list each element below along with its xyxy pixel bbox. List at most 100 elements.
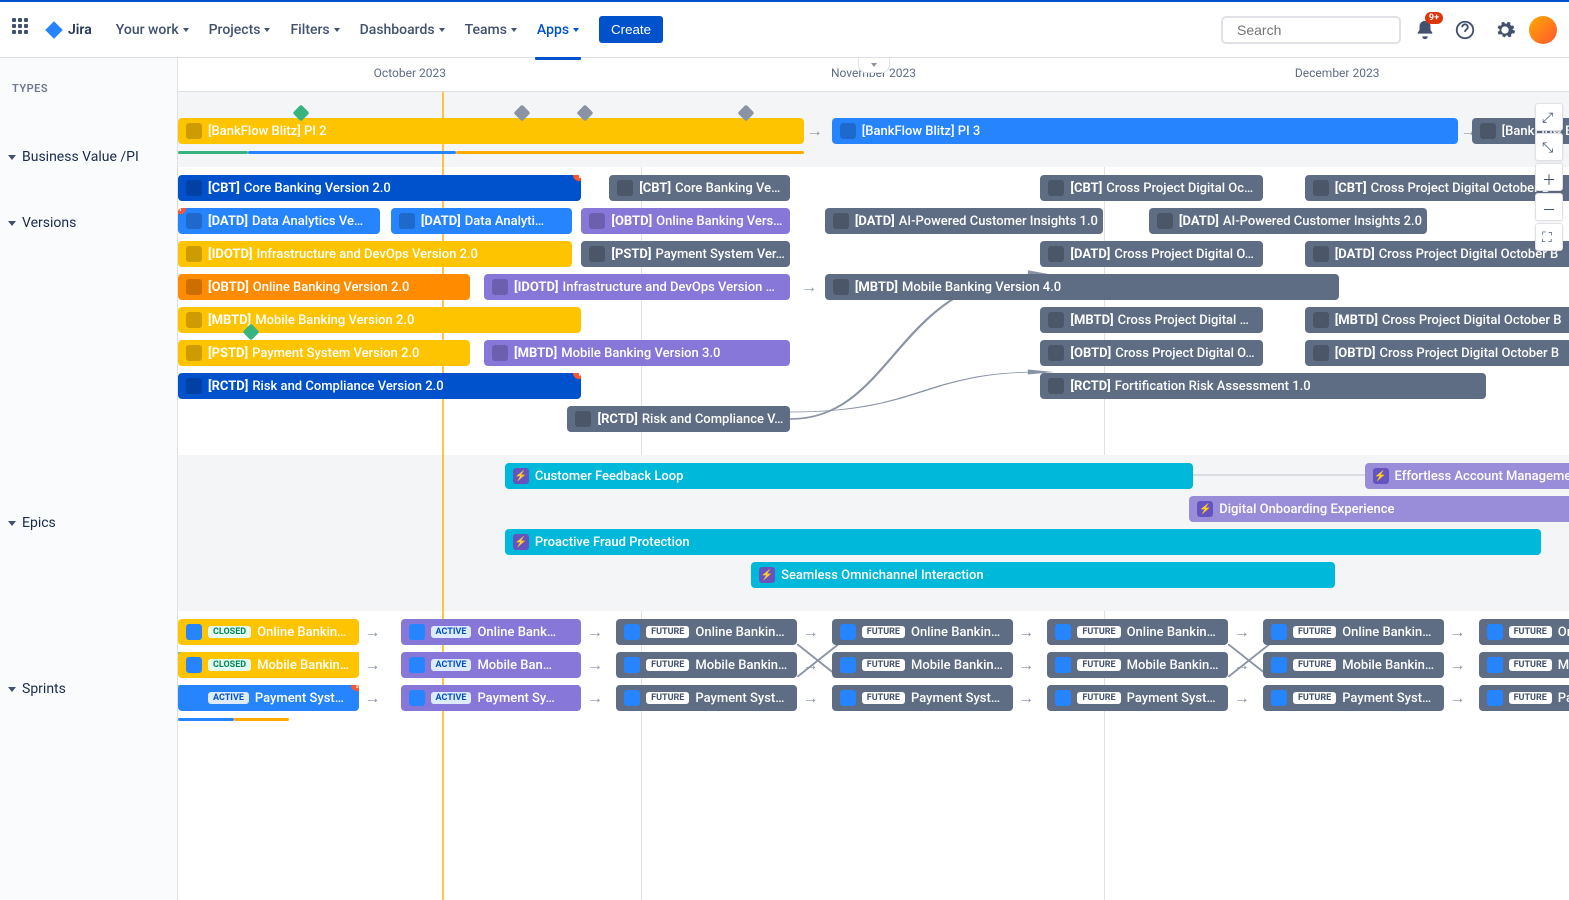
timeline-bar[interactable]: FUTUREOnline Bankin…: [1047, 619, 1228, 645]
profile-avatar[interactable]: [1529, 16, 1557, 44]
bar-label: Online Bankin…: [257, 625, 346, 640]
nav-item-projects[interactable]: Projects: [201, 14, 279, 46]
nav-item-teams[interactable]: Teams: [457, 14, 525, 46]
timeline-bar[interactable]: ⚡Seamless Omnichannel Interaction: [751, 562, 1335, 588]
sprint-status-badge: FUTURE: [646, 626, 689, 638]
nav-item-apps[interactable]: Apps: [529, 14, 587, 46]
app-switcher-icon[interactable]: [12, 18, 36, 42]
timeline-bar[interactable]: [DATD]Cross Project Digital October B: [1305, 241, 1569, 267]
timeline-bar[interactable]: ACTIVEMobile Ban…: [401, 652, 582, 678]
timeline-bar[interactable]: FUTUREMobile Bankin…: [1263, 652, 1444, 678]
sidebar-group-versions[interactable]: Versions: [0, 209, 84, 237]
timeline-bar[interactable]: [OBTD]Cross Project Digital O…: [1040, 340, 1263, 366]
timeline-bar[interactable]: [IDOTD]Infrastructure and DevOps Version…: [178, 241, 572, 267]
timeline-bar[interactable]: [MBTD]Mobile Banking Version 2.0: [178, 307, 581, 333]
timeline-bar[interactable]: [MBTD]Mobile Banking Version 3.0: [484, 340, 790, 366]
bar-label: Cross Project Digital October B: [1380, 346, 1560, 361]
timeline-bar[interactable]: [OBTD] Cross Project Digital October B: [1305, 340, 1569, 366]
create-button[interactable]: Create: [599, 16, 663, 43]
timeline-bar[interactable]: FUTUREPayment Syst…: [1047, 685, 1228, 711]
nav-item-dashboards[interactable]: Dashboards: [352, 14, 453, 46]
timeline-bar[interactable]: [DATD]Data Analytics Ve…1: [178, 208, 380, 234]
timeline-bar[interactable]: [OBTD]Online Banking Vers…: [581, 208, 790, 234]
timeline-bar[interactable]: [PSTD]Payment System Ver…: [581, 241, 790, 267]
timeline-bar[interactable]: FUTUREOnline Bankin…: [1479, 619, 1569, 645]
version-icon: [186, 345, 202, 361]
timeline-bar[interactable]: FUTUREPayment Syst…: [616, 685, 797, 711]
timeline-bar[interactable]: [OBTD]Online Banking Version 2.0: [178, 274, 470, 300]
bar-label: Mobile Banking Version 3.0: [561, 346, 720, 361]
timeline-bar[interactable]: ACTIVEOnline Bank…: [401, 619, 582, 645]
timeline-bar[interactable]: ⚡Effortless Account Management: [1365, 463, 1569, 489]
help-button[interactable]: [1449, 14, 1481, 46]
timeline-bar[interactable]: FUTUREOnline Bankin…: [1263, 619, 1444, 645]
primary-nav: Your workProjectsFiltersDashboardsTeamsA…: [108, 14, 587, 46]
search-box[interactable]: [1221, 16, 1401, 44]
search-input[interactable]: [1237, 22, 1418, 38]
timeline-bar[interactable]: [PSTD]Payment System Version 2.0: [178, 340, 470, 366]
timeline-bar[interactable]: ACTIVEPayment Syst…1: [178, 685, 359, 711]
zoom-out-button[interactable]: －: [1535, 193, 1563, 221]
timeline-bar[interactable]: [DATD]Cross Project Digital O…: [1040, 241, 1263, 267]
timeline-bar[interactable]: [DATD]AI-Powered Customer Insights 1.0: [825, 208, 1103, 234]
timeline-bar[interactable]: [MBTD]Cross Project Digital October B: [1305, 307, 1569, 333]
version-icon: [575, 411, 591, 427]
timeline-bar[interactable]: [CBT]Cross Project Digital October B: [1305, 175, 1569, 201]
timeline-bar[interactable]: [BankFlow Blitz] PI 3: [832, 118, 1458, 144]
timeline-bar[interactable]: [IDOTD]Infrastructure and DevOps Version…: [484, 274, 790, 300]
timeline-bar[interactable]: [MBTD]Cross Project Digital …: [1040, 307, 1263, 333]
collapse-button[interactable]: ⤡: [1535, 133, 1563, 161]
timeline-bar[interactable]: [RCTD]Risk and Compliance V…: [567, 406, 790, 432]
timeline-bar[interactable]: ⚡Proactive Fraud Protection: [505, 529, 1541, 555]
bar-label: Online Bankin…: [1127, 625, 1216, 640]
sprint-icon: [1271, 690, 1287, 706]
timeline-bar[interactable]: [CBT]Cross Project Digital Oc…: [1040, 175, 1263, 201]
sprint-icon: [1055, 657, 1071, 673]
fullscreen-button[interactable]: ⛶: [1535, 223, 1563, 251]
timeline-bar[interactable]: ⚡Customer Feedback Loop: [505, 463, 1194, 489]
version-icon: [492, 345, 508, 361]
timeline-bar[interactable]: ACTIVEPayment Sy…: [401, 685, 582, 711]
timeline-bar[interactable]: FUTUREMobile Bankin…: [616, 652, 797, 678]
timeline-bar[interactable]: CLOSEDOnline Bankin…: [178, 619, 359, 645]
timeline-bar[interactable]: [RCTD]Risk and Compliance Version 2.01: [178, 373, 581, 399]
zoom-in-button[interactable]: ＋: [1535, 163, 1563, 191]
nav-item-your-work[interactable]: Your work: [108, 14, 197, 46]
settings-button[interactable]: [1489, 14, 1521, 46]
timeline-bar[interactable]: FUTUREMobile Bankin…: [1479, 652, 1569, 678]
timeline-bar[interactable]: [DATD]AI-Powered Customer Insights 2.0: [1149, 208, 1427, 234]
dependency-arrow: →: [807, 121, 823, 141]
expand-button[interactable]: ⤢: [1535, 103, 1563, 131]
dependency-arrow: →: [587, 655, 603, 675]
timeline-bar[interactable]: FUTUREMobile Bankin…: [832, 652, 1013, 678]
lane-row: ⚡Seamless Omnichannel Interaction: [178, 562, 1569, 595]
bar-label: Digital Onboarding Experience: [1219, 502, 1394, 517]
jira-logo[interactable]: Jira: [44, 20, 92, 40]
timeline-bar[interactable]: [RCTD]Fortification Risk Assessment 1.0: [1040, 373, 1485, 399]
timeline-bar[interactable]: [DATD]Data Analyti…: [391, 208, 572, 234]
collapse-tab[interactable]: [858, 58, 890, 73]
project-prefix: [OBTD]: [1335, 346, 1376, 361]
bar-label: Payment Sy…: [477, 691, 554, 706]
timeline-bar[interactable]: [CBT]Core Banking Version 2.01: [178, 175, 581, 201]
timeline-bar[interactable]: [CBT]Core Banking Ve…: [609, 175, 790, 201]
version-icon: [840, 123, 856, 139]
warning-badge: 1: [178, 208, 186, 214]
timeline-bar[interactable]: FUTUREPayment Syst…: [1479, 685, 1569, 711]
timeline-bar[interactable]: FUTUREPayment Syst…: [832, 685, 1013, 711]
nav-item-filters[interactable]: Filters: [282, 14, 347, 46]
timeline-bar[interactable]: [MBTD]Mobile Banking Version 4.0: [825, 274, 1340, 300]
sidebar-group-business-value-pi[interactable]: Business Value /PI: [0, 143, 147, 171]
timeline-bar[interactable]: FUTUREOnline Bankin…: [832, 619, 1013, 645]
sidebar-group-epics[interactable]: Epics: [0, 509, 64, 537]
timeline-bar[interactable]: FUTUREMobile Bankin…: [1047, 652, 1228, 678]
timeline-body[interactable]: [BankFlow Blitz] PI 2 [BankFlow Blitz] PI…: [178, 92, 1569, 900]
sidebar-group-sprints[interactable]: Sprints: [0, 675, 74, 703]
timeline-bar[interactable]: [BankFlow Blitz] PI 2: [178, 118, 804, 144]
notifications-button[interactable]: 9+: [1409, 14, 1441, 46]
sprint-icon: [1487, 657, 1503, 673]
timeline-bar[interactable]: CLOSEDMobile Bankin…: [178, 652, 359, 678]
timeline-bar[interactable]: FUTUREOnline Bankin…: [616, 619, 797, 645]
timeline-bar[interactable]: ⚡Digital Onboarding Experience: [1189, 496, 1569, 522]
timeline-bar[interactable]: FUTUREPayment Syst…: [1263, 685, 1444, 711]
